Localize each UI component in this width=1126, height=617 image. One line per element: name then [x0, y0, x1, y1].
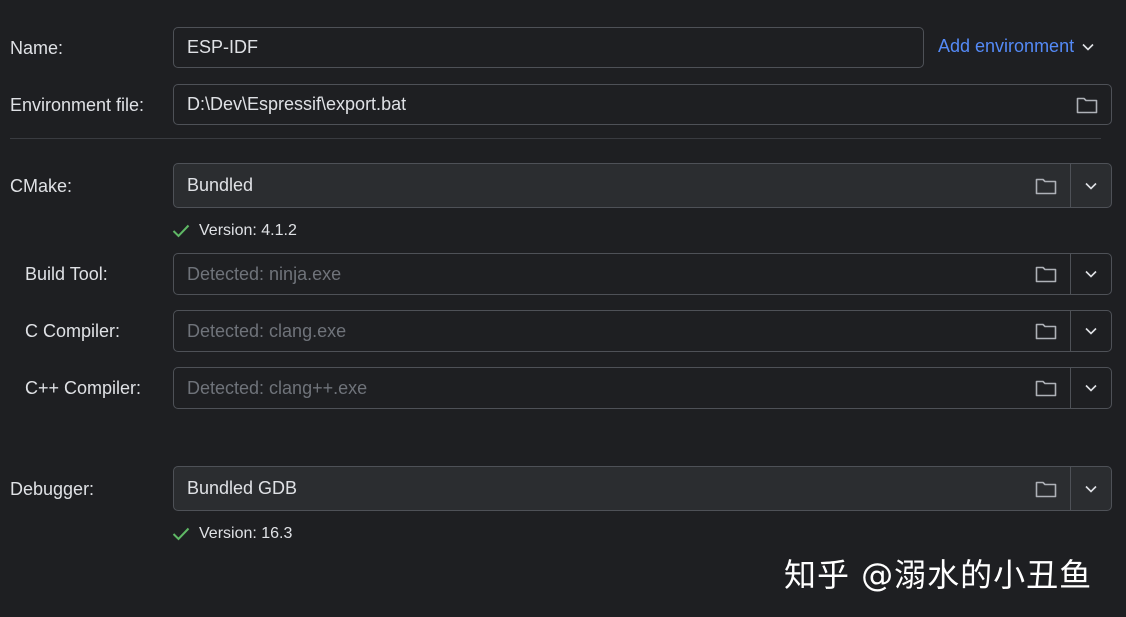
chevron-down-icon — [1082, 43, 1094, 51]
folder-icon[interactable] — [1076, 96, 1098, 114]
c-compiler-label: C Compiler: — [25, 321, 121, 341]
debugger-select-value: Bundled GDB — [187, 478, 298, 498]
checkmark-icon — [172, 527, 190, 541]
environment-file-input[interactable]: D:\Dev\Espressif\export.bat — [173, 84, 1112, 125]
debugger-label: Debugger: — [10, 479, 95, 499]
cmake-select[interactable]: Bundled — [173, 163, 1112, 208]
c-compiler-placeholder: Detected: clang.exe — [187, 320, 347, 341]
build-tool-label: Build Tool: — [25, 264, 108, 284]
chevron-down-icon — [1085, 327, 1097, 335]
cmake-version-text: Version: 4.1.2 — [199, 222, 297, 239]
debugger-version-status: Version: 16.3 — [172, 525, 292, 543]
chevron-down-icon — [1085, 270, 1097, 278]
debugger-version-text: Version: 16.3 — [199, 525, 293, 542]
cmake-label: CMake: — [10, 176, 73, 196]
zhihu-watermark: 知乎 @溺水的小丑鱼 — [784, 556, 1093, 594]
chevron-down-icon — [1085, 485, 1097, 493]
checkmark-icon — [172, 224, 190, 238]
add-environment-label: Add environment — [938, 36, 1075, 56]
cpp-compiler-select[interactable]: Detected: clang++.exe — [173, 367, 1112, 409]
build-tool-dropdown-button[interactable] — [1071, 254, 1111, 294]
cmake-dropdown-button[interactable] — [1071, 164, 1111, 207]
debugger-select[interactable]: Bundled GDB — [173, 466, 1112, 511]
cpp-compiler-dropdown-button[interactable] — [1071, 368, 1111, 408]
folder-icon[interactable] — [1035, 322, 1057, 340]
name-input[interactable]: ESP-IDF — [173, 27, 924, 68]
add-environment-link[interactable]: Add environment — [938, 36, 1094, 57]
toolchain-settings-panel: Name: ESP-IDF Add environment Environmen… — [0, 0, 1126, 617]
section-divider — [10, 138, 1101, 139]
cpp-compiler-label: C++ Compiler: — [25, 378, 142, 398]
debugger-dropdown-button[interactable] — [1071, 467, 1111, 510]
name-label: Name: — [10, 38, 64, 58]
folder-icon[interactable] — [1035, 177, 1057, 195]
cpp-compiler-placeholder: Detected: clang++.exe — [187, 377, 368, 398]
environment-file-value: D:\Dev\Espressif\export.bat — [187, 94, 407, 114]
build-tool-select[interactable]: Detected: ninja.exe — [173, 253, 1112, 295]
folder-icon[interactable] — [1035, 379, 1057, 397]
cmake-version-status: Version: 4.1.2 — [172, 222, 297, 240]
c-compiler-select[interactable]: Detected: clang.exe — [173, 310, 1112, 352]
chevron-down-icon — [1085, 182, 1097, 190]
environment-file-label: Environment file: — [10, 95, 145, 115]
folder-icon[interactable] — [1035, 265, 1057, 283]
build-tool-placeholder: Detected: ninja.exe — [187, 263, 342, 284]
folder-icon[interactable] — [1035, 480, 1057, 498]
cmake-select-value: Bundled — [187, 175, 254, 195]
chevron-down-icon — [1085, 384, 1097, 392]
name-input-value: ESP-IDF — [187, 37, 259, 57]
c-compiler-dropdown-button[interactable] — [1071, 311, 1111, 351]
